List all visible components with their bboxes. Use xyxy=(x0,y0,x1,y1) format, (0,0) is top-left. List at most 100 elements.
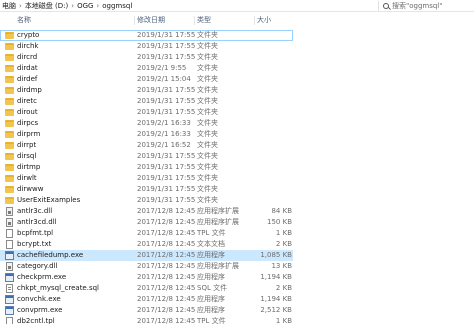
file-name: dirsql xyxy=(17,152,37,160)
file-row[interactable]: dirdat 2019/2/1 9:55 文件夹 xyxy=(0,63,474,74)
file-date: 2019/1/31 17:55 xyxy=(137,108,195,116)
file-date: 2019/1/31 17:55 xyxy=(137,31,195,39)
file-name: antlr3cd.dll xyxy=(17,218,57,226)
file-size xyxy=(228,52,292,63)
file-size: 150 KB xyxy=(267,218,292,226)
file-row[interactable]: dirdmp 2019/1/31 17:55 文件夹 xyxy=(0,85,474,96)
file-row[interactable]: convprm.exe 2017/12/8 12:45 应用程序 2,512 KB xyxy=(0,305,474,316)
file-size: 13 KB xyxy=(271,262,292,270)
file-name: bcrypt.txt xyxy=(17,240,52,248)
column-divider[interactable] xyxy=(194,16,195,25)
file-row[interactable]: antlr3c.dll 2017/12/8 12:45 应用程序扩展 84 KB xyxy=(0,206,474,217)
file-date: 2019/2/1 16:33 xyxy=(137,130,191,138)
file-name: convprm.exe xyxy=(17,306,63,314)
file-row[interactable]: bcrypt.txt 2017/12/8 12:45 文本文档 2 KB xyxy=(0,239,474,250)
file-date: 2019/1/31 17:55 xyxy=(137,196,195,204)
breadcrumb-item-ogg[interactable]: OGG xyxy=(77,2,93,10)
file-name: dirtmp xyxy=(17,163,41,171)
breadcrumb-item-drive[interactable]: 本地磁盘 (D:) xyxy=(25,1,68,11)
file-row[interactable]: dirwww 2019/1/31 17:55 文件夹 xyxy=(0,184,474,195)
file-row[interactable]: dirdef 2019/2/1 15:04 文件夹 xyxy=(0,74,474,85)
breadcrumb-item-pc[interactable]: 电脑 xyxy=(2,1,16,11)
file-date: 2017/12/8 12:45 xyxy=(137,317,195,324)
column-header-date[interactable]: 修改日期 xyxy=(137,14,165,27)
file-name: bcpfmt.tpl xyxy=(17,229,54,237)
file-row[interactable]: dirwlt 2019/1/31 17:55 文件夹 xyxy=(0,173,474,184)
folder-icon xyxy=(5,54,14,61)
file-name: dircrd xyxy=(17,53,38,61)
file-name: UserExitExamples xyxy=(17,196,81,204)
file-row[interactable]: category.dll 2017/12/8 12:45 应用程序扩展 13 KB xyxy=(0,261,474,272)
file-date: 2019/1/31 17:55 xyxy=(137,152,195,160)
address-bar[interactable]: 电脑 › 本地磁盘 (D:) › OGG › oggmsql 搜索"oggmsq… xyxy=(0,0,474,12)
sql-icon xyxy=(6,284,13,293)
column-divider[interactable] xyxy=(134,16,135,25)
file-size xyxy=(228,184,292,195)
chevron-right-icon[interactable]: › xyxy=(71,2,74,10)
file-size xyxy=(228,85,292,96)
file-size xyxy=(228,195,292,206)
file-size xyxy=(228,118,292,129)
folder-icon xyxy=(5,109,14,116)
file-row[interactable]: convchk.exe 2017/12/8 12:45 应用程序 1,194 KB xyxy=(0,294,474,305)
file-date: 2017/12/8 12:45 xyxy=(137,218,195,226)
file-row[interactable]: db2cntl.tpl 2017/12/8 12:45 TPL 文件 1 KB xyxy=(0,316,474,324)
chevron-right-icon[interactable]: › xyxy=(19,2,22,10)
file-size: 1,194 KB xyxy=(260,295,292,303)
search-placeholder: 搜索"oggmsql" xyxy=(392,2,443,10)
column-header-size[interactable]: 大小 xyxy=(257,14,271,27)
breadcrumb-item-oggmsql[interactable]: oggmsql xyxy=(102,2,132,10)
file-row[interactable]: UserExitExamples 2019/1/31 17:55 文件夹 xyxy=(0,195,474,206)
file-date: 2017/12/8 12:45 xyxy=(137,273,195,281)
file-icon xyxy=(6,240,13,249)
chevron-right-icon[interactable]: › xyxy=(96,2,99,10)
file-row[interactable]: cachefiledump.exe 2017/12/8 12:45 应用程序 1,08… xyxy=(0,250,293,261)
file-row[interactable]: crypto 2019/1/31 17:55 文件夹 xyxy=(0,30,293,41)
column-header-type[interactable]: 类型 xyxy=(197,14,211,27)
file-row[interactable]: bcpfmt.tpl 2017/12/8 12:45 TPL 文件 1 KB xyxy=(0,228,474,239)
file-size: 84 KB xyxy=(271,207,292,215)
column-header-name[interactable]: 名称 xyxy=(17,14,31,27)
file-date: 2019/2/1 16:52 xyxy=(137,141,191,149)
file-row[interactable]: checkprm.exe 2017/12/8 12:45 应用程序 1,194 KB xyxy=(0,272,474,283)
file-row[interactable]: chkpt_mysql_create.sql 2017/12/8 12:45 SQL… xyxy=(0,283,474,294)
file-name: dirwww xyxy=(17,185,44,193)
file-name: dirdmp xyxy=(17,86,42,94)
file-date: 2017/12/8 12:45 xyxy=(137,295,195,303)
file-icon xyxy=(6,229,13,238)
file-row[interactable]: dirtmp 2019/1/31 17:55 文件夹 xyxy=(0,162,474,173)
folder-icon xyxy=(5,120,14,127)
folder-icon xyxy=(5,164,14,171)
file-name: dirrpt xyxy=(17,141,37,149)
file-row[interactable]: antlr3cd.dll 2017/12/8 12:45 应用程序扩展 150 KB xyxy=(0,217,474,228)
folder-icon xyxy=(5,175,14,182)
file-size xyxy=(228,107,292,118)
file-date: 2019/1/31 17:55 xyxy=(137,42,195,50)
file-name: diretc xyxy=(17,97,38,105)
file-size xyxy=(228,162,292,173)
file-row[interactable]: dirchk 2019/1/31 17:55 文件夹 xyxy=(0,41,474,52)
column-divider[interactable] xyxy=(254,16,255,25)
file-name: category.dll xyxy=(17,262,58,270)
file-list: crypto 2019/1/31 17:55 文件夹 dirchk 2019/1/31 … xyxy=(0,30,474,324)
file-row[interactable]: dirrpt 2019/2/1 16:52 文件夹 xyxy=(0,140,474,151)
file-name: antlr3c.dll xyxy=(17,207,53,215)
file-name: cachefiledump.exe xyxy=(17,251,84,259)
file-size xyxy=(228,30,292,41)
file-row[interactable]: dirout 2019/1/31 17:55 文件夹 xyxy=(0,107,474,118)
file-row[interactable]: dirprm 2019/2/1 16:33 文件夹 xyxy=(0,129,474,140)
file-row[interactable]: dircrd 2019/1/31 17:55 文件夹 xyxy=(0,52,474,63)
file-date: 2019/1/31 17:55 xyxy=(137,53,195,61)
file-row[interactable]: diretc 2019/1/31 17:55 文件夹 xyxy=(0,96,474,107)
file-date: 2019/1/31 17:55 xyxy=(137,163,195,171)
folder-icon xyxy=(5,65,14,72)
file-name: convchk.exe xyxy=(17,295,61,303)
folder-icon xyxy=(5,197,14,204)
file-date: 2019/1/31 17:55 xyxy=(137,174,195,182)
file-date: 2017/12/8 12:45 xyxy=(137,284,195,292)
file-row[interactable]: dirsql 2019/1/31 17:55 文件夹 xyxy=(0,151,474,162)
file-size xyxy=(228,41,292,52)
search-input[interactable]: 搜索"oggmsql" xyxy=(378,1,474,11)
file-row[interactable]: dirpcs 2019/2/1 16:33 文件夹 xyxy=(0,118,474,129)
exe-icon xyxy=(5,306,14,315)
